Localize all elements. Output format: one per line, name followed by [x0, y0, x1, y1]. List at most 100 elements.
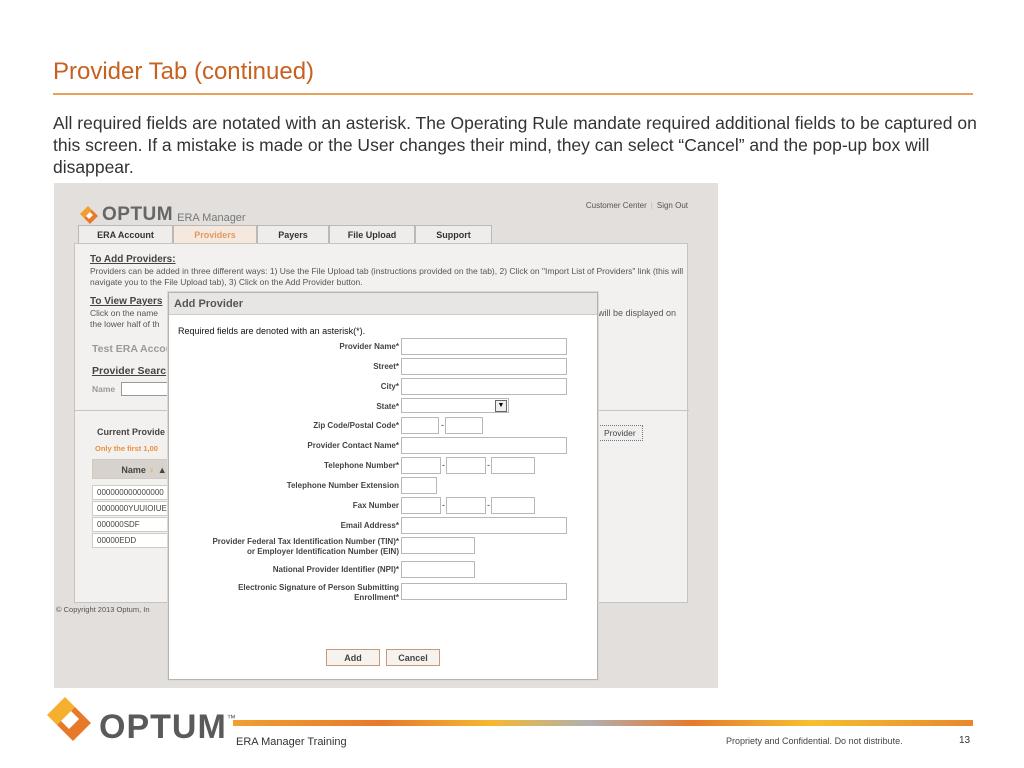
fax-dash: -	[442, 500, 445, 510]
phone-row: Telephone Number* - -	[169, 457, 599, 475]
provider-name-label: Provider Name*	[339, 342, 399, 351]
street-label: Street*	[373, 362, 399, 371]
contact-input[interactable]	[401, 437, 567, 454]
app-screenshot: OPTUM ERA Manager Customer Center | Sign O…	[54, 183, 718, 688]
ext-label: Telephone Number Extension	[286, 481, 399, 490]
name-label: Name	[92, 384, 116, 394]
signature-label-line2: Enrollment*	[354, 593, 399, 602]
page-number: 13	[959, 735, 971, 746]
tab-payers[interactable]: Payers	[257, 225, 329, 243]
fax-row: Fax Number - -	[169, 497, 599, 515]
view-text-right: will be displayed on	[598, 308, 677, 318]
street-row: Street*	[169, 358, 599, 376]
npi-row: National Provider Identifier (NPI)*	[169, 561, 599, 579]
fax-prefix-input[interactable]	[446, 497, 486, 514]
phone-line-input[interactable]	[491, 457, 535, 474]
state-row: State* ▼	[169, 398, 599, 416]
tin-label: Provider Federal Tax Identification Numb…	[169, 537, 399, 557]
optum-logo-icon	[78, 204, 100, 226]
provider-name-row: Provider Name*	[169, 338, 599, 356]
phone-prefix-input[interactable]	[446, 457, 486, 474]
zip-label: Zip Code/Postal Code*	[313, 421, 399, 430]
tin-label-line2: or Employer Identification Number (EIN)	[246, 547, 399, 556]
tin-label-line1: Provider Federal Tax Identification Numb…	[212, 537, 399, 546]
fax-label: Fax Number	[352, 501, 399, 510]
main-tabs: ERA Account Providers Payers File Upload…	[78, 225, 492, 243]
app-brand: OPTUM	[102, 204, 174, 225]
footer-confidential: Propriety and Confidential. Do not distr…	[726, 736, 903, 746]
slide: Provider Tab (continued) All required fi…	[0, 0, 1024, 768]
ext-input[interactable]	[401, 477, 437, 494]
zip-ext-input[interactable]	[445, 417, 483, 434]
current-providers-heading: Current Provide	[97, 427, 166, 437]
zip-input[interactable]	[401, 417, 439, 434]
phone-dash: -	[487, 460, 490, 470]
provider-search-heading: Provider Searc	[92, 365, 167, 377]
footer-training-label: ERA Manager Training	[236, 736, 347, 748]
city-input[interactable]	[401, 378, 567, 395]
app-logo: OPTUM ERA Manager	[78, 196, 246, 226]
name-search-input[interactable]	[121, 382, 169, 396]
contact-row: Provider Contact Name*	[169, 437, 599, 455]
footer-logo: OPTUM ™	[45, 690, 236, 747]
footer-color-band	[233, 720, 973, 726]
state-label: State*	[376, 402, 399, 411]
view-text-line1: Click on the name	[90, 308, 159, 318]
city-label: City*	[380, 382, 399, 391]
fax-line-input[interactable]	[491, 497, 535, 514]
tin-row: Provider Federal Tax Identification Numb…	[169, 537, 599, 561]
contact-label: Provider Contact Name*	[307, 441, 399, 450]
street-input[interactable]	[401, 358, 567, 375]
phone-label: Telephone Number*	[324, 461, 399, 470]
add-providers-heading: To Add Providers:	[90, 254, 176, 265]
email-row: Email Address*	[169, 517, 599, 535]
signature-input[interactable]	[401, 583, 567, 600]
view-payers-heading: To View Payers	[90, 296, 163, 307]
email-label: Email Address*	[340, 521, 399, 530]
copyright: © Copyright 2013 Optum, In	[56, 605, 150, 614]
add-provider-dialog: Add Provider Required fields are denoted…	[168, 292, 598, 680]
sort-icon: ▲	[157, 465, 167, 475]
state-select[interactable]: ▼	[401, 398, 509, 413]
tab-providers[interactable]: Providers	[173, 225, 257, 243]
phone-area-input[interactable]	[401, 457, 441, 474]
signature-row: Electronic Signature of Person Submittin…	[169, 583, 599, 607]
required-note: Required fields are denoted with an aste…	[178, 326, 366, 336]
phone-dash: -	[442, 460, 445, 470]
npi-input[interactable]	[401, 561, 475, 578]
cancel-button[interactable]: Cancel	[386, 649, 440, 666]
provider-name-input[interactable]	[401, 338, 567, 355]
only-first-note: Only the first 1,00	[95, 444, 158, 453]
customer-center-link[interactable]: Customer Center	[586, 201, 647, 210]
tab-support[interactable]: Support	[415, 225, 492, 243]
zip-dash: -	[441, 420, 444, 430]
tab-file-upload[interactable]: File Upload	[329, 225, 415, 243]
add-provider-button[interactable]: Provider	[597, 425, 643, 441]
city-row: City*	[169, 378, 599, 396]
dialog-title: Add Provider	[169, 293, 597, 315]
zip-row: Zip Code/Postal Code* -	[169, 417, 599, 435]
email-input[interactable]	[401, 517, 567, 534]
fax-dash: -	[487, 500, 490, 510]
view-text-line2: the lower half of th	[90, 319, 160, 329]
npi-label: National Provider Identifier (NPI)*	[272, 565, 399, 574]
title-divider	[53, 93, 973, 95]
slide-title: Provider Tab (continued)	[53, 58, 315, 85]
sign-out-link[interactable]: Sign Out	[657, 201, 688, 210]
tab-era-account[interactable]: ERA Account	[78, 225, 173, 243]
add-button[interactable]: Add	[326, 649, 380, 666]
optum-logo-icon	[47, 696, 91, 741]
top-links: Customer Center | Sign Out	[586, 201, 688, 210]
ext-row: Telephone Number Extension	[169, 477, 599, 495]
link-separator: |	[650, 201, 653, 210]
tin-input[interactable]	[401, 537, 475, 554]
add-providers-text: Providers can be added in three differen…	[90, 266, 684, 287]
account-name: Test ERA Accou	[92, 343, 173, 355]
footer-brand: OPTUM	[99, 708, 227, 746]
fax-area-input[interactable]	[401, 497, 441, 514]
chevron-down-icon[interactable]: ▼	[495, 400, 507, 412]
signature-label-line1: Electronic Signature of Person Submittin…	[238, 583, 399, 592]
intro-paragraph: All required fields are notated with an …	[53, 113, 977, 177]
table-header-label: Name	[121, 465, 146, 475]
app-product-name: ERA Manager	[177, 212, 246, 224]
